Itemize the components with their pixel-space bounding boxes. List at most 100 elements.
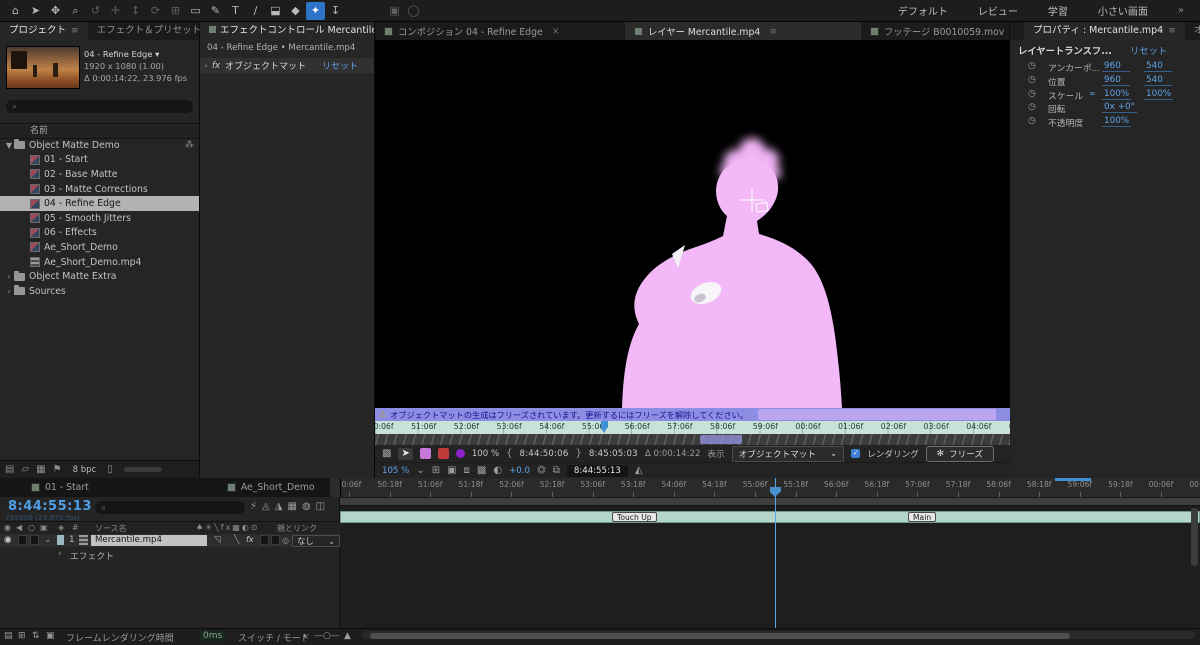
workspace-tab-0[interactable]: デフォルト: [898, 3, 948, 18]
freeze-button[interactable]: ✻ フリーズ: [925, 445, 994, 462]
project-flowchart-icon[interactable]: ⚑: [53, 464, 62, 475]
current-time-field[interactable]: 8:44:55:13: [566, 464, 628, 477]
thumbnail-size-slider[interactable]: [123, 467, 162, 472]
stopwatch-icon[interactable]: ◷: [1028, 75, 1036, 85]
layer-duration-bar[interactable]: [340, 511, 1200, 523]
composition-flowchart-icon[interactable]: ⚡: [250, 501, 257, 512]
view-mode-dropdown[interactable]: オブジェクトマット ⌄: [731, 445, 845, 462]
property-value[interactable]: 960: [1102, 75, 1130, 86]
chevron-down-icon[interactable]: ⌄: [44, 535, 51, 545]
stopwatch-icon[interactable]: ◷: [1028, 61, 1036, 71]
close-icon[interactable]: ×: [552, 26, 560, 37]
tab-effects-presets[interactable]: エフェクト＆プリセット: [88, 22, 211, 40]
mask-visibility-icon[interactable]: ▣: [447, 465, 456, 476]
graph-editor-icon[interactable]: ◫: [316, 501, 325, 512]
layer-name[interactable]: Mercantile.mp4: [91, 535, 207, 546]
brackets-mini-icon[interactable]: ⇅: [32, 631, 40, 641]
stopwatch-icon[interactable]: ◷: [1028, 116, 1036, 126]
transparency-grid-icon[interactable]: ▩: [382, 448, 391, 459]
bit-depth-button[interactable]: 8 bpc: [69, 465, 101, 475]
project-item[interactable]: ▼ Object Matte Demo ⁂: [0, 138, 199, 153]
project-item[interactable]: › Object Matte Extra: [0, 269, 199, 284]
workspace-tab-2[interactable]: 学習: [1048, 3, 1068, 18]
hand-tool[interactable]: ✥: [46, 2, 65, 20]
property-value[interactable]: 100%: [1102, 89, 1132, 100]
timeline-tab-1[interactable]: Ae_Short_Demo: [218, 478, 324, 497]
zoom-tool[interactable]: ⌕: [66, 2, 85, 20]
parent-pickwhip-icon[interactable]: ◎: [282, 536, 289, 545]
clone-stamp-tool[interactable]: ⬓: [266, 2, 285, 20]
in-point-icon[interactable]: {: [506, 448, 512, 459]
name-column-header[interactable]: 名前: [0, 123, 199, 139]
timeline-search-input[interactable]: ⌕: [95, 501, 245, 514]
property-value[interactable]: 960: [1102, 61, 1130, 72]
transparency-grid-small-icon[interactable]: ▩: [477, 465, 486, 476]
dolly-camera-tool[interactable]: ↕: [126, 2, 145, 20]
new-folder-icon[interactable]: ▱: [21, 464, 29, 475]
puppet-pin-tool[interactable]: ↧: [326, 2, 345, 20]
project-item[interactable]: 03 - Matte Corrections: [0, 182, 199, 197]
project-item[interactable]: › Sources: [0, 284, 199, 299]
trim-handle[interactable]: [700, 435, 742, 444]
layer-playhead-marker[interactable]: [601, 421, 608, 434]
layer-label-swatch[interactable]: [57, 535, 64, 545]
new-composition-icon[interactable]: ▦: [36, 464, 45, 475]
in-point-time[interactable]: 8:44:50:06: [520, 449, 569, 459]
panel-menu-icon[interactable]: ≡: [769, 26, 777, 37]
layer-time-ruler[interactable]: 50:06f51:06f52:06f53:06f54:06f55:06f56:0…: [375, 421, 1010, 434]
fx-badge-icon[interactable]: fx: [212, 61, 220, 71]
project-item[interactable]: 06 - Effects: [0, 226, 199, 241]
fx-switch-icon[interactable]: fx: [246, 535, 254, 544]
expander-icon[interactable]: ›: [4, 272, 14, 281]
effects-switch-icon[interactable]: ╲: [234, 535, 239, 545]
property-value[interactable]: 100%: [1102, 116, 1132, 128]
playhead-handle[interactable]: [770, 487, 781, 497]
tab-footage-viewer[interactable]: フッテージ B0010059.mov: [861, 22, 1009, 40]
composition-mini-icon[interactable]: ▤: [4, 631, 13, 641]
workspace-more-icon[interactable]: »: [1178, 5, 1184, 16]
motion-blur-toggle[interactable]: [271, 535, 280, 545]
tab-audio[interactable]: オーディ: [1185, 22, 1200, 40]
effect-reset-link[interactable]: リセット: [322, 59, 358, 72]
stopwatch-icon[interactable]: ◷: [1028, 89, 1036, 99]
zoom-in-icon[interactable]: ▲: [344, 631, 351, 641]
lasso-tool[interactable]: ◯: [404, 2, 423, 20]
out-point-icon[interactable]: }: [576, 448, 582, 459]
matte-color-swatch[interactable]: [455, 449, 465, 458]
audio-toggle[interactable]: [18, 535, 27, 545]
property-value[interactable]: 100%: [1144, 89, 1174, 100]
shy-layers-icon[interactable]: ◮: [275, 501, 283, 512]
rectangle-tool[interactable]: ▭: [186, 2, 205, 20]
render-checkbox[interactable]: ✓: [851, 449, 861, 458]
stopwatch-icon[interactable]: ◷: [1028, 102, 1036, 112]
project-item[interactable]: Ae_Short_Demo.mp4: [0, 255, 199, 270]
show-snapshot-icon[interactable]: ⧉: [553, 465, 560, 476]
project-search-input[interactable]: ⌕: [6, 100, 193, 113]
zoom-slider-icon[interactable]: —○—: [314, 631, 340, 641]
orbit-camera-tool[interactable]: ↺: [86, 2, 105, 20]
project-item[interactable]: Ae_Short_Demo: [0, 240, 199, 255]
current-time-display[interactable]: 8:44:55:13: [8, 499, 92, 514]
effect-object-matte[interactable]: › fx オブジェクトマット リセット: [200, 58, 374, 73]
workspace-tab-3[interactable]: 小さい画面: [1098, 3, 1148, 18]
rotation-tool[interactable]: ⟳: [146, 2, 165, 20]
out-point-time[interactable]: 8:45:05:03: [589, 449, 638, 459]
interpret-footage-icon[interactable]: ▤: [5, 464, 14, 475]
timeline-horizontal-scrollbar[interactable]: [362, 631, 1195, 639]
fast-preview-icon[interactable]: ◭: [635, 465, 643, 476]
pan-camera-tool[interactable]: ✛: [106, 2, 125, 20]
project-item[interactable]: 05 - Smooth Jitters: [0, 211, 199, 226]
tab-effect-controls[interactable]: エフェクトコントロール Mercantile.mp: [200, 22, 374, 40]
playhead-line[interactable]: [775, 478, 776, 628]
pen-tool[interactable]: ✎: [206, 2, 225, 20]
layer-viewport[interactable]: [375, 40, 1010, 408]
grid-guides-icon[interactable]: ⊞: [432, 465, 440, 476]
project-item[interactable]: 02 - Base Matte: [0, 167, 199, 182]
work-area-bar[interactable]: [340, 497, 1200, 506]
parent-dropdown[interactable]: なし ⌄: [292, 535, 340, 547]
timeline-vertical-scrollbar[interactable]: [1191, 508, 1198, 566]
folder-mini-icon[interactable]: ▣: [46, 631, 55, 641]
panel-menu-icon[interactable]: ≡: [71, 26, 79, 36]
snapshot-camera-icon[interactable]: ⏣: [537, 465, 546, 476]
channel-icon[interactable]: ◐: [493, 465, 502, 476]
